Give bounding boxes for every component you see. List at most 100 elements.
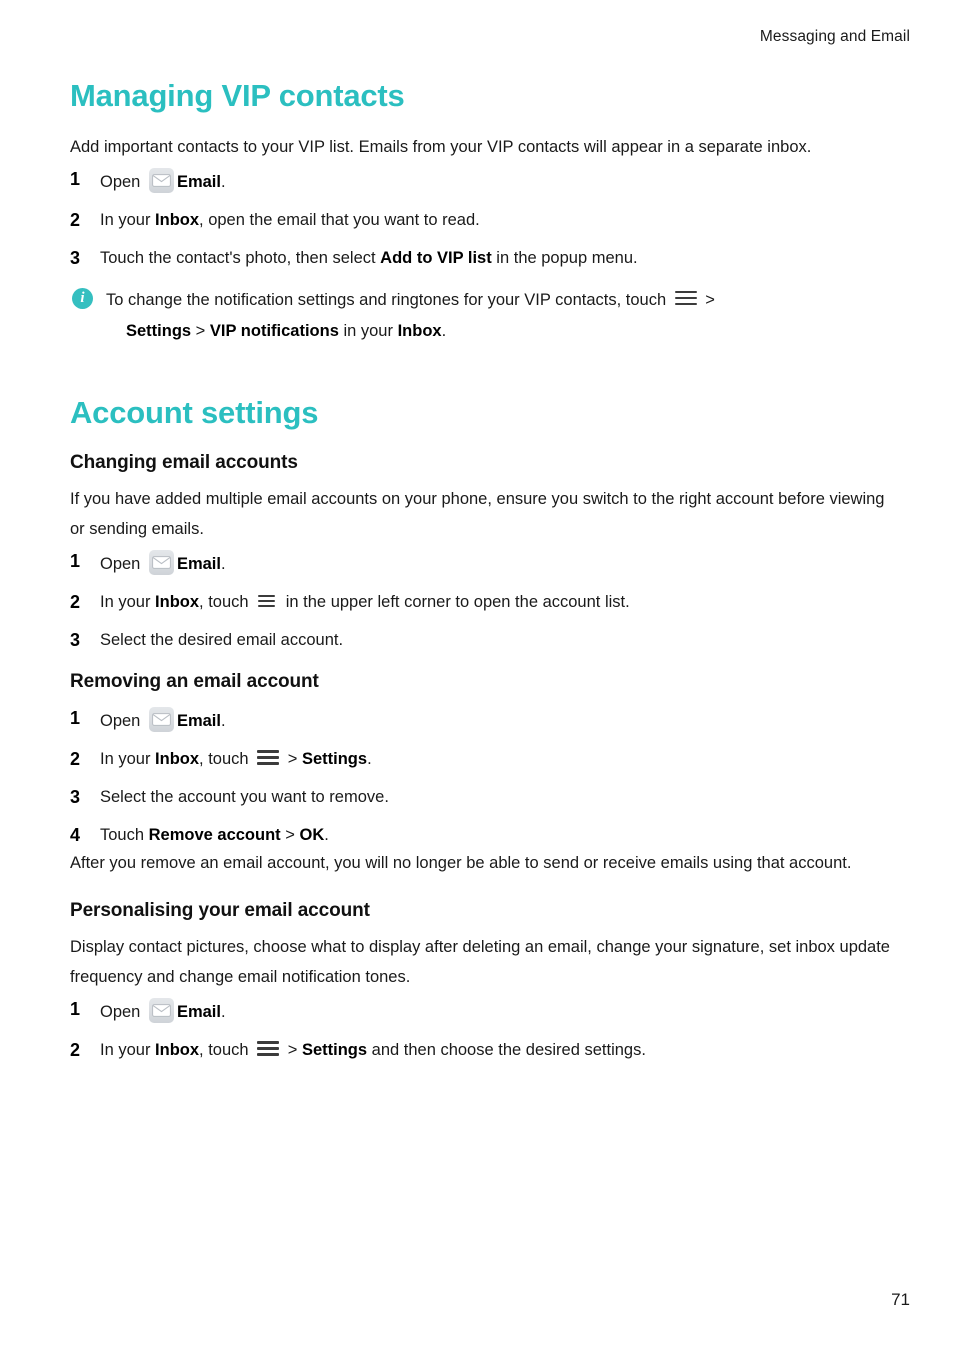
step-number: 1 <box>70 551 81 572</box>
step-text-pre: Open <box>100 172 145 191</box>
intro-changing-email-accounts: If you have added multiple email account… <box>70 490 885 539</box>
step-text-pre: Select the desired email account. <box>100 631 344 650</box>
email-app-icon[interactable] <box>148 167 174 193</box>
steps-personalising-your-email-account: 1 Open Email. 2 In your Inbox, touch > S… <box>70 998 894 1061</box>
note-removing-an-email-account: After you remove an email account, you w… <box>70 854 852 873</box>
hamburger-menu-icon[interactable] <box>258 595 276 608</box>
callout-text-post: > <box>700 290 715 309</box>
step-item: 3 Select the account you want to remove. <box>70 786 894 808</box>
step-number: 2 <box>70 1040 81 1061</box>
step-text-post: . <box>367 750 372 769</box>
step-item: 1 Open Email. <box>70 167 894 193</box>
callout-text-pre: To change the notification settings and … <box>106 290 671 309</box>
step-bold-inbox: Inbox <box>155 210 200 229</box>
step-item: 3 Select the desired email account. <box>70 629 894 651</box>
intro-personalising-your-email-account: Display contact pictures, choose what to… <box>70 938 890 987</box>
step-text-post: . <box>220 555 226 574</box>
step-item: 2 In your Inbox, open the email that you… <box>70 209 894 231</box>
heading-managing-vip-contacts: Managing VIP contacts <box>70 78 405 113</box>
step-text-post: in the upper left corner to open the acc… <box>281 593 630 612</box>
step-number: 2 <box>70 209 81 230</box>
step-text-pre: In your <box>100 1041 156 1060</box>
step-number: 3 <box>70 247 81 268</box>
step-text-pre: In your <box>100 210 156 229</box>
document-page: Messaging and Email Managing VIP contact… <box>0 0 954 1350</box>
callout-text-mid: in your <box>338 321 398 340</box>
step-bold-ok: OK <box>299 826 325 845</box>
email-app-icon[interactable] <box>148 998 174 1024</box>
step-text-post: . <box>324 826 329 845</box>
step-number: 1 <box>70 708 81 729</box>
callout-line-1: To change the notification settings and … <box>106 285 894 316</box>
step-text-post: and then choose the desired settings. <box>367 1041 646 1060</box>
step-number: 2 <box>70 749 81 770</box>
step-text-post: . <box>220 1003 226 1022</box>
step-text-mid: , touch <box>199 1041 254 1060</box>
step-bold-settings: Settings <box>301 750 368 769</box>
steps-removing-an-email-account: 1 Open Email. 2 In your Inbox, touch > S… <box>70 707 894 846</box>
steps-managing-vip-contacts: 1 Open Email. 2 In your Inbox, open the … <box>70 167 894 269</box>
hamburger-menu-icon[interactable] <box>257 750 280 765</box>
heading-personalising-your-email-account: Personalising your email account <box>70 900 370 922</box>
step-number: 1 <box>70 168 81 189</box>
callout-bold-vip-notifications: VIP notifications <box>209 321 339 340</box>
step-bold-inbox: Inbox <box>155 593 200 612</box>
step-item: 2 In your Inbox, touch > Settings. <box>70 748 894 770</box>
step-bold-email: Email <box>176 1003 221 1022</box>
step-text-post: . <box>220 712 226 731</box>
step-item: 3 Touch the contact's photo, then select… <box>70 247 894 269</box>
callout-text-end: . <box>441 321 447 340</box>
step-item: 1 Open Email. <box>70 707 894 733</box>
heading-changing-email-accounts: Changing email accounts <box>70 452 298 474</box>
step-number: 4 <box>70 825 81 846</box>
steps-changing-email-accounts: 1 Open Email. 2 In your Inbox, touch in … <box>70 550 894 651</box>
page-number: 71 <box>891 1290 910 1309</box>
step-text-mid: , touch <box>199 593 254 612</box>
step-text-mid: , touch <box>199 750 254 769</box>
step-bold-email: Email <box>176 172 221 191</box>
page-content: Managing VIP contacts Add important cont… <box>70 78 894 1077</box>
step-bold-email: Email <box>176 712 221 731</box>
step-number: 2 <box>70 592 81 613</box>
email-app-icon[interactable] <box>148 707 174 733</box>
step-text-pre: In your <box>100 750 156 769</box>
step-number: 3 <box>70 630 81 651</box>
callout-bold-inbox: Inbox <box>397 321 442 340</box>
step-item: 4 Touch Remove account > OK. <box>70 824 894 846</box>
step-number: 3 <box>70 787 81 808</box>
step-text-post: . <box>220 172 226 191</box>
heading-removing-an-email-account: Removing an email account <box>70 671 319 693</box>
step-text-pre: In your <box>100 593 156 612</box>
step-text-pre: Select the account you want to remove. <box>100 788 389 807</box>
step-bold-add-to-vip-list: Add to VIP list <box>380 248 492 267</box>
step-text-post: in the popup menu. <box>491 248 638 267</box>
step-text-pre: Open <box>100 555 145 574</box>
step-bold-inbox: Inbox <box>155 750 200 769</box>
step-text-pre: Open <box>100 1003 145 1022</box>
step-text-pre: Open <box>100 712 145 731</box>
step-bold-remove-account: Remove account <box>148 826 281 845</box>
callout-bold-settings: Settings <box>126 321 192 340</box>
email-app-icon[interactable] <box>148 550 174 576</box>
hamburger-menu-icon[interactable] <box>674 290 697 306</box>
info-callout: i To change the notification settings an… <box>70 285 894 347</box>
intro-managing-vip-contacts: Add important contacts to your VIP list.… <box>70 137 812 156</box>
step-item: 2 In your Inbox, touch > Settings and th… <box>70 1039 894 1061</box>
step-text-post: , open the email that you want to read. <box>199 210 480 229</box>
step-text-pre: Touch the contact's photo, then select <box>100 248 381 267</box>
step-separator: > <box>283 1041 302 1060</box>
step-item: 1 Open Email. <box>70 998 894 1024</box>
callout-line-2: Settings > VIP notifications in your Inb… <box>106 316 894 347</box>
info-icon: i <box>72 287 93 309</box>
step-separator: > <box>280 826 300 845</box>
hamburger-menu-icon[interactable] <box>257 1041 280 1056</box>
heading-account-settings: Account settings <box>70 394 319 430</box>
step-separator: > <box>283 750 302 769</box>
running-header: Messaging and Email <box>759 28 910 45</box>
step-item: 2 In your Inbox, touch in the upper left… <box>70 591 894 613</box>
step-text-pre: Touch <box>100 826 149 845</box>
step-bold-settings: Settings <box>301 1041 368 1060</box>
step-number: 1 <box>70 999 81 1020</box>
step-bold-email: Email <box>176 555 221 574</box>
callout-separator: > <box>191 321 210 340</box>
